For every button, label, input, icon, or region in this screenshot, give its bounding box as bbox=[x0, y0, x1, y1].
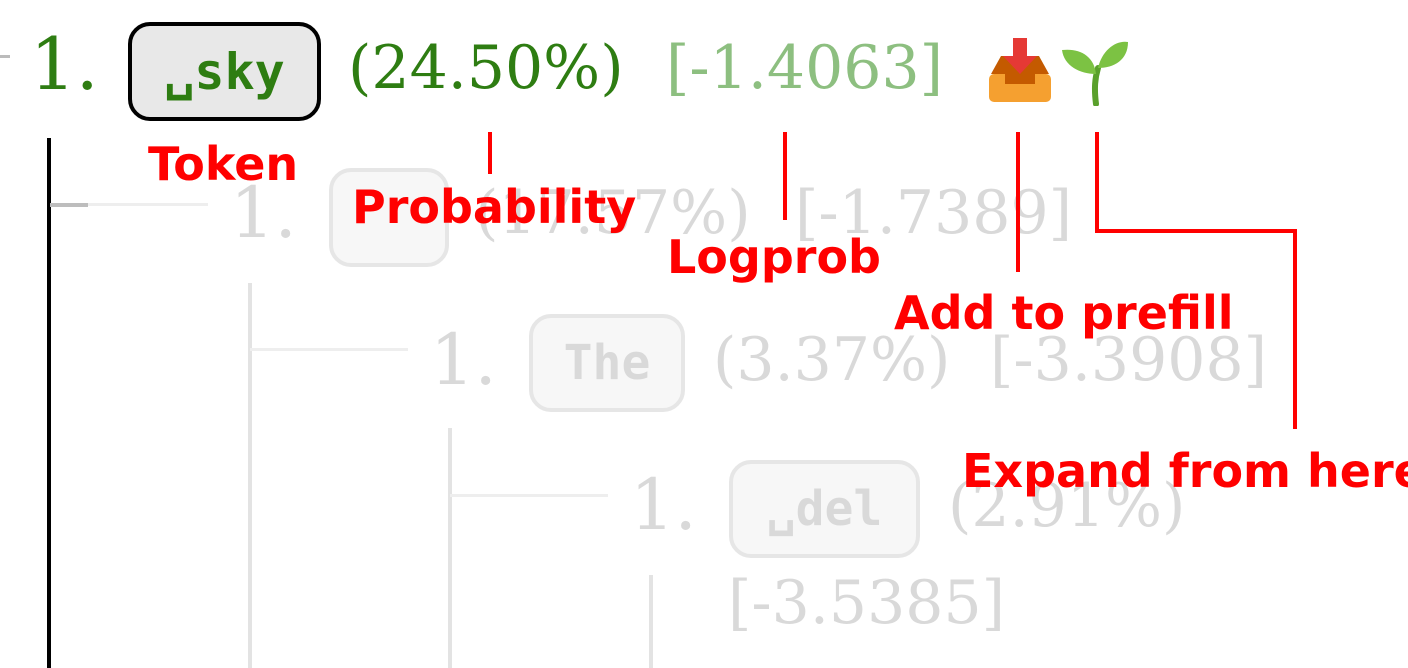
root-logprob: [-1.4063] bbox=[666, 33, 944, 103]
root-stub-line bbox=[0, 55, 10, 58]
probability-annotation: Probability bbox=[352, 180, 637, 234]
child1-vertical-line bbox=[248, 283, 252, 668]
root-token-text: ␣sky bbox=[164, 42, 285, 101]
child3-index: 1. bbox=[630, 464, 697, 546]
root-index: 1. bbox=[30, 22, 99, 106]
inbox-tray-icon[interactable] bbox=[985, 38, 1055, 106]
token-annotation: Token bbox=[148, 137, 299, 191]
child3-token-chip[interactable]: ␣del bbox=[729, 460, 920, 558]
expand-annotation: Expand from here bbox=[962, 444, 1408, 498]
child2-token-text: The bbox=[563, 335, 651, 391]
probability-leader-line bbox=[488, 132, 492, 174]
child1-branch-line-faint bbox=[88, 203, 208, 206]
prefill-leader-line bbox=[1016, 132, 1020, 272]
add-to-prefill-annotation: Add to prefill bbox=[894, 286, 1234, 340]
expand-leader-line-vertical-2 bbox=[1293, 229, 1297, 429]
child2-branch-line bbox=[250, 348, 408, 351]
expand-leader-line-horizontal bbox=[1095, 229, 1297, 233]
root-probability: (24.50%) bbox=[348, 33, 624, 103]
child3-token-text: ␣del bbox=[766, 481, 883, 537]
logprob-leader-line bbox=[783, 132, 787, 220]
expand-leader-line-vertical-1 bbox=[1095, 132, 1099, 232]
child2-token-chip[interactable]: The bbox=[529, 314, 685, 412]
root-vertical-line bbox=[47, 138, 51, 668]
child2-vertical-line bbox=[448, 428, 452, 668]
child1-branch-line bbox=[50, 203, 88, 207]
child3-logprob: [-3.5385] bbox=[728, 568, 1006, 638]
seedling-icon[interactable] bbox=[1060, 38, 1130, 106]
child2-index: 1. bbox=[430, 319, 497, 401]
child3-branch-line bbox=[450, 494, 608, 497]
root-token-chip[interactable]: ␣sky bbox=[128, 22, 321, 121]
logprob-annotation: Logprob bbox=[667, 230, 881, 284]
child3-vertical-line bbox=[649, 575, 653, 668]
